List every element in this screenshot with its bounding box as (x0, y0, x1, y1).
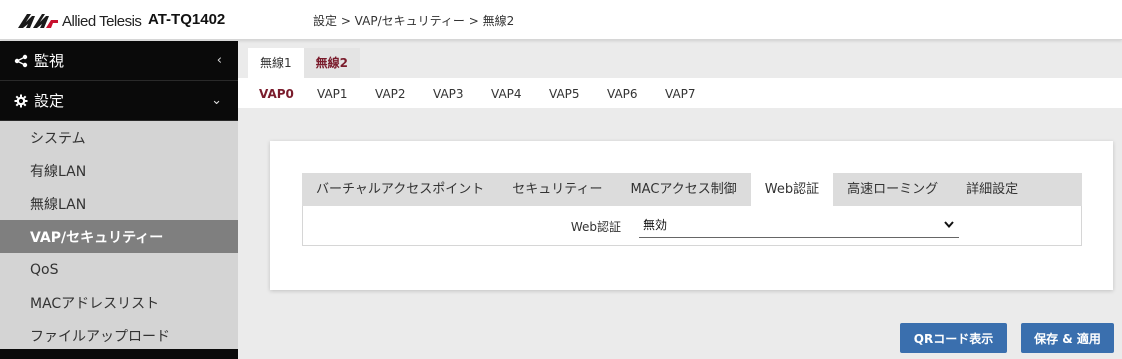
tab-mac-access-control[interactable]: MACアクセス制御 (616, 173, 750, 206)
tab-advanced-settings[interactable]: 詳細設定 (952, 173, 1032, 206)
settings-card: バーチャルアクセスポイント セキュリティー MACアクセス制御 Web認証 高速… (270, 141, 1113, 290)
sidebar-item-vap-security[interactable]: VAP/セキュリティー (0, 220, 238, 253)
sidebar-item-label: 監視 (34, 52, 65, 70)
web-auth-select-value: 無効 (643, 218, 668, 232)
tab-vap0[interactable]: VAP0 (248, 78, 306, 108)
app-header: Allied Telesis AT-TQ1402 設定 > VAP/セキュリティ… (0, 0, 1122, 40)
tab-vap4[interactable]: VAP4 (480, 78, 538, 108)
tab-vap1[interactable]: VAP1 (306, 78, 364, 108)
tab-vap2[interactable]: VAP2 (364, 78, 422, 108)
sidebar-item-monitor[interactable]: 監視 ‹ (0, 41, 238, 81)
sidebar-item-file-upload[interactable]: ファイルアップロード (0, 319, 238, 352)
sidebar-item-qos[interactable]: QoS (0, 253, 238, 286)
breadcrumb: 設定 > VAP/セキュリティー > 無線2 (313, 14, 515, 28)
sidebar-item-wireless-lan[interactable]: 無線LAN (0, 187, 238, 220)
sidebar-item-system[interactable]: システム (0, 121, 238, 154)
tab-radio2[interactable]: 無線2 (303, 48, 360, 78)
save-apply-button[interactable]: 保存 & 適用 (1021, 323, 1114, 353)
tab-vap3[interactable]: VAP3 (422, 78, 480, 108)
web-auth-panel: Web認証 無効 (302, 206, 1082, 246)
sidebar-item-label: 設定 (34, 92, 65, 110)
tab-vap7[interactable]: VAP7 (654, 78, 712, 108)
tab-fast-roaming[interactable]: 高速ローミング (833, 173, 952, 206)
settings-subtabs: バーチャルアクセスポイント セキュリティー MACアクセス制御 Web認証 高速… (302, 173, 1082, 206)
tab-vap6[interactable]: VAP6 (596, 78, 654, 108)
chevron-down-icon (939, 218, 959, 231)
sidebar-item-wired-lan[interactable]: 有線LAN (0, 154, 238, 187)
sidebar-item-mac-address-list[interactable]: MACアドレスリスト (0, 286, 238, 319)
tab-web-auth[interactable]: Web認証 (750, 173, 834, 206)
chevron-left-icon: ‹ (216, 53, 222, 68)
brand-name: Allied Telesis (62, 12, 142, 30)
tab-radio1[interactable]: 無線1 (248, 48, 304, 78)
web-auth-select[interactable]: 無効 (639, 212, 959, 238)
web-auth-label: Web認証 (570, 220, 621, 234)
sidebar-footer (0, 349, 238, 359)
tab-vap5[interactable]: VAP5 (538, 78, 596, 108)
device-model: AT-TQ1402 (148, 11, 226, 28)
gear-icon (14, 94, 28, 107)
tab-security[interactable]: セキュリティー (498, 173, 616, 206)
vap-tabs: VAP0 VAP1 VAP2 VAP3 VAP4 VAP5 VAP6 VAP7 (248, 78, 712, 108)
brand-logo[interactable]: Allied Telesis (18, 12, 142, 30)
allied-telesis-logo-icon (18, 14, 58, 28)
qr-code-button[interactable]: QRコード表示 (900, 323, 1007, 353)
chevron-down-icon: ⌄ (211, 93, 222, 108)
tab-virtual-access-point[interactable]: バーチャルアクセスポイント (302, 173, 498, 206)
sidebar-item-settings[interactable]: 設定 ⌄ (0, 81, 238, 121)
sidebar: 監視 ‹ 設定 ⌄ システム 有線LAN 無線LAN VAP/セキュリティー Q… (0, 41, 238, 359)
radio-tabs: 無線1 無線2 (248, 48, 360, 78)
share-icon (14, 54, 28, 67)
